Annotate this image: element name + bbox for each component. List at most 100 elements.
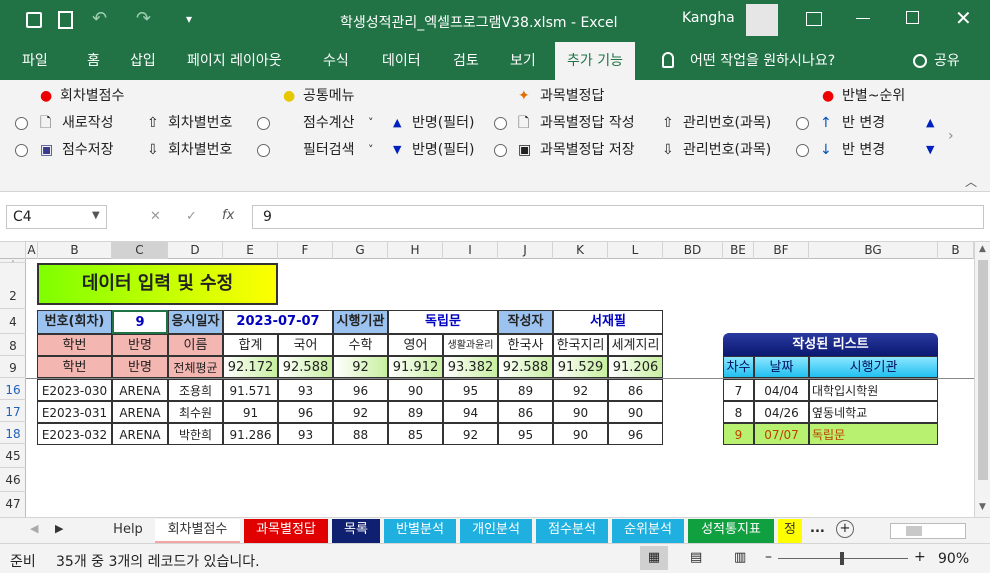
round-number-down-button[interactable]: 회차별번호 [168, 140, 232, 160]
class-change-down-button[interactable]: 반 변경 [842, 140, 885, 160]
org-value[interactable]: 독립문 [388, 310, 498, 334]
row-header[interactable]: 8 [0, 334, 26, 356]
normal-view-icon[interactable]: ▦ [640, 546, 668, 570]
column-header[interactable]: D [168, 242, 223, 259]
table-cell[interactable]: 조용희 [168, 379, 223, 401]
list-cell[interactable]: 옆동네학교 [809, 401, 938, 423]
zoom-level[interactable]: 90% [938, 551, 969, 567]
scroll-down-icon[interactable]: ▼ [979, 502, 986, 512]
column-header[interactable]: L [608, 242, 663, 259]
row-header[interactable]: 2 [0, 263, 26, 309]
column-header[interactable]: A [26, 242, 38, 259]
sheet-tab-rank[interactable]: 순위분석 [612, 519, 684, 543]
tab-review[interactable]: 검토 [453, 42, 479, 80]
column-header[interactable]: J [498, 242, 553, 259]
table-cell[interactable]: ARENA [112, 423, 168, 445]
tell-me-search[interactable]: 어떤 작업을 원하시나요? [690, 42, 835, 80]
radio-button[interactable] [15, 140, 28, 160]
column-header[interactable]: F [278, 242, 333, 259]
table-cell[interactable]: 96 [278, 401, 333, 423]
page-break-icon[interactable]: ▥ [734, 550, 746, 565]
table-cell[interactable]: E2023-030 [37, 379, 112, 401]
sheet-tab-list[interactable]: 목록 [332, 519, 380, 543]
table-cell[interactable]: ARENA [112, 379, 168, 401]
maximize-icon[interactable] [906, 11, 919, 24]
list-cell[interactable]: 8 [723, 401, 754, 423]
next-sheet-icon[interactable]: ▶ [55, 522, 63, 535]
close-icon[interactable]: ✕ [955, 6, 972, 30]
chevron-down-icon[interactable]: ˅ [368, 113, 374, 133]
radio-button[interactable] [494, 113, 507, 133]
chevron-down-icon[interactable]: ▼ [92, 210, 100, 221]
sheet-tab-score-analysis[interactable]: 점수분석 [536, 519, 608, 543]
column-header[interactable]: BG [809, 242, 938, 259]
radio-button[interactable] [494, 140, 507, 160]
table-cell[interactable]: 86 [498, 401, 553, 423]
row-header[interactable]: 4 [0, 309, 26, 334]
list-cell[interactable]: 07/07 [754, 423, 809, 445]
scroll-thumb[interactable] [978, 260, 988, 480]
list-cell[interactable]: 04/26 [754, 401, 809, 423]
column-header[interactable]: E [223, 242, 278, 259]
list-cell[interactable]: 9 [723, 423, 754, 445]
column-header[interactable]: G [333, 242, 388, 259]
customize-qat-icon[interactable]: ▾ [186, 12, 192, 26]
user-name[interactable]: Kangha [682, 10, 735, 26]
table-cell[interactable]: 96 [608, 423, 663, 445]
sheet-tab-personal[interactable]: 개인분석 [460, 519, 532, 543]
ribbon-display-icon[interactable] [806, 12, 822, 26]
column-header[interactable]: BE [723, 242, 754, 259]
table-cell[interactable]: E2023-031 [37, 401, 112, 423]
date-value[interactable]: 2023-07-07 [223, 310, 333, 334]
answer-new-button[interactable]: 과목별정답 작성 [540, 113, 635, 133]
manage-number-down-button[interactable]: 관리번호(과목) [683, 140, 771, 160]
sheet-tab-class-analysis[interactable]: 반별분석 [384, 519, 456, 543]
radio-button[interactable] [796, 113, 809, 133]
manage-number-up-button[interactable]: 관리번호(과목) [683, 113, 771, 133]
list-cell[interactable]: 독립문 [809, 423, 938, 445]
filter-search-button[interactable]: 필터검색 [303, 140, 355, 160]
table-cell[interactable]: 92 [553, 379, 608, 401]
sheet-tab-answers[interactable]: 과목별정답 [244, 519, 328, 543]
print-preview-icon[interactable] [58, 11, 73, 29]
table-cell[interactable]: 92 [333, 401, 388, 423]
column-header[interactable]: B [38, 242, 112, 259]
avatar[interactable] [746, 4, 778, 36]
vertical-scrollbar[interactable]: ▲ ▼ [974, 242, 990, 517]
table-cell[interactable]: 박한희 [168, 423, 223, 445]
column-header[interactable]: I [443, 242, 498, 259]
table-cell[interactable]: 96 [333, 379, 388, 401]
row-header[interactable]: 16 [0, 378, 26, 400]
tab-file[interactable]: 파일 [22, 42, 48, 80]
more-sheets-icon[interactable]: ... [810, 521, 825, 536]
tab-addins[interactable]: 추가 기능 [555, 42, 635, 80]
column-header[interactable]: C [112, 242, 168, 259]
row-header[interactable]: 45 [0, 444, 26, 468]
row-header[interactable]: 18 [0, 422, 26, 444]
sheet-tab-more[interactable]: 정 [778, 519, 802, 543]
zoom-in-icon[interactable]: + [914, 549, 926, 565]
class-filter-down-button[interactable]: 반명(필터) [412, 140, 474, 160]
answer-save-button[interactable]: 과목별정답 저장 [540, 140, 635, 160]
tab-formulas[interactable]: 수식 [323, 42, 349, 80]
redo-icon[interactable]: ↷ [136, 8, 151, 29]
tab-view[interactable]: 보기 [510, 42, 536, 80]
share-button[interactable]: 공유 [934, 42, 960, 80]
row-header[interactable]: 47 [0, 492, 26, 516]
table-cell[interactable]: 86 [608, 379, 663, 401]
table-cell[interactable]: 93 [278, 379, 333, 401]
prev-sheet-icon[interactable]: ◀ [30, 522, 38, 535]
table-cell[interactable]: 94 [443, 401, 498, 423]
row-header[interactable]: 17 [0, 400, 26, 422]
table-cell[interactable]: 91 [223, 401, 278, 423]
round-value[interactable]: 9 [112, 310, 168, 334]
cancel-icon[interactable]: ✕ [150, 209, 161, 224]
table-cell[interactable]: 89 [498, 379, 553, 401]
list-cell[interactable]: 7 [723, 379, 754, 401]
minimize-icon[interactable] [856, 18, 870, 19]
save-icon[interactable] [26, 12, 42, 28]
collapse-ribbon-icon[interactable]: ︿ [965, 172, 977, 192]
page-layout-icon[interactable]: ▤ [690, 550, 702, 565]
list-cell[interactable]: 04/04 [754, 379, 809, 401]
table-cell[interactable]: 91.571 [223, 379, 278, 401]
